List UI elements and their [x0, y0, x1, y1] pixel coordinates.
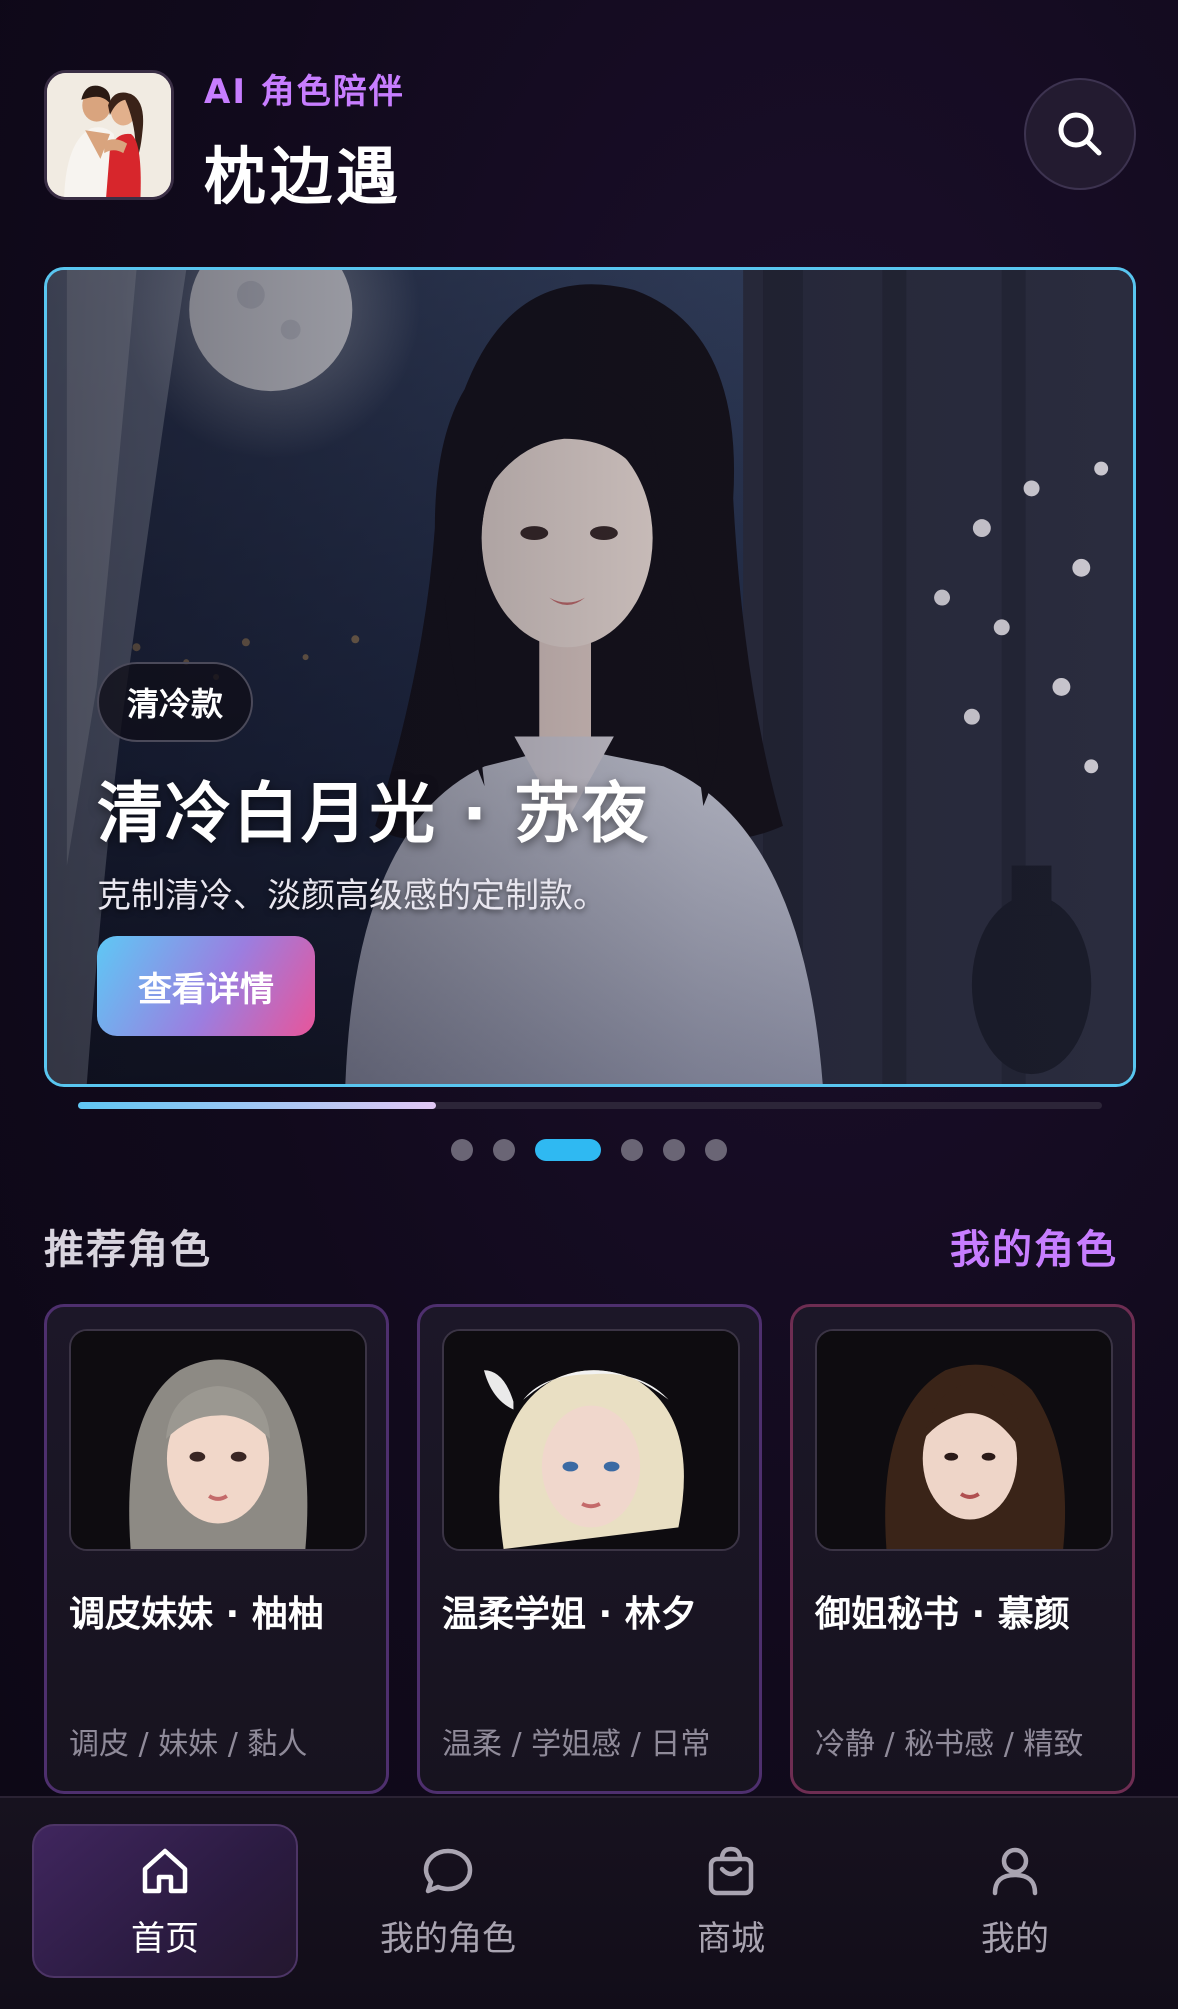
role-tags: 调皮 / 妹妹 / 黏人 — [69, 1727, 308, 1762]
role-tags: 冷静 / 秘书感 / 精致 — [815, 1727, 1084, 1762]
my-roles-link[interactable]: 我的角色 — [950, 1217, 1118, 1275]
nav-label: 首页 — [131, 1918, 199, 1959]
role-name: 温柔学姐 · 林夕 — [442, 1594, 697, 1635]
role-name: 御姐秘书 · 慕颜 — [815, 1594, 1070, 1635]
carousel-indicator — [0, 1139, 1178, 1161]
app-subtitle: AI 角色陪伴 — [204, 72, 405, 112]
role-avatar-image — [442, 1329, 740, 1551]
banner-progress-fill — [78, 1102, 437, 1109]
role-portrait-icon — [817, 1331, 1111, 1549]
search-icon — [1058, 112, 1102, 156]
role-portrait-icon — [71, 1331, 365, 1549]
home-icon — [142, 1848, 188, 1893]
carousel-dot[interactable] — [535, 1139, 601, 1161]
nav-profile[interactable]: 我的 — [882, 1824, 1148, 1978]
role-avatar-image — [69, 1329, 367, 1551]
nav-home[interactable]: 首页 — [32, 1824, 298, 1978]
carousel-dot[interactable] — [663, 1139, 685, 1161]
role-card[interactable]: 御姐秘书 · 慕颜 冷静 / 秘书感 / 精致 — [790, 1304, 1135, 1794]
user-icon — [992, 1847, 1038, 1895]
role-card[interactable]: 温柔学姐 · 林夕 温柔 / 学姐感 / 日常 — [417, 1304, 762, 1794]
role-tags: 温柔 / 学姐感 / 日常 — [442, 1727, 711, 1762]
app-header: AI 角色陪伴 枕边遇 — [44, 70, 1136, 213]
featured-banner[interactable]: 清冷款 清冷白月光 · 苏夜 克制清冷、淡颜高级感的定制款。 查看详情 — [44, 267, 1136, 1087]
role-portrait-icon — [444, 1331, 738, 1549]
search-button[interactable] — [1024, 78, 1136, 190]
nav-label: 商城 — [697, 1918, 765, 1959]
app-logo[interactable] — [44, 70, 174, 200]
carousel-dot[interactable] — [493, 1139, 515, 1161]
carousel-dot[interactable] — [451, 1139, 473, 1161]
nav-label: 我的 — [981, 1918, 1049, 1959]
role-card[interactable]: 调皮妹妹 · 柚柚 调皮 / 妹妹 / 黏人 — [44, 1304, 389, 1794]
banner-title: 清冷白月光 · 苏夜 — [97, 775, 651, 852]
shopping-bag-icon — [708, 1846, 754, 1895]
view-details-button[interactable]: 查看详情 — [97, 936, 315, 1036]
app-title: 枕边遇 — [204, 140, 403, 213]
bottom-navigation: 首页 我的角色 商城 我的 — [0, 1796, 1178, 2009]
section-title: 推荐角色 — [44, 1227, 212, 1273]
couple-logo-icon — [47, 73, 171, 197]
banner-style-tag: 清冷款 — [97, 662, 254, 742]
banner-progress-track — [78, 1102, 1102, 1109]
role-avatar-image — [815, 1329, 1113, 1551]
nav-my-roles[interactable]: 我的角色 — [315, 1824, 581, 1978]
banner-description: 克制清冷、淡颜高级感的定制款。 — [97, 876, 607, 916]
nav-label: 我的角色 — [380, 1918, 516, 1959]
role-name: 调皮妹妹 · 柚柚 — [69, 1594, 324, 1635]
carousel-dot[interactable] — [621, 1139, 643, 1161]
nav-shop[interactable]: 商城 — [598, 1824, 864, 1978]
carousel-dot[interactable] — [705, 1139, 727, 1161]
chat-bubble-icon — [423, 1848, 473, 1893]
